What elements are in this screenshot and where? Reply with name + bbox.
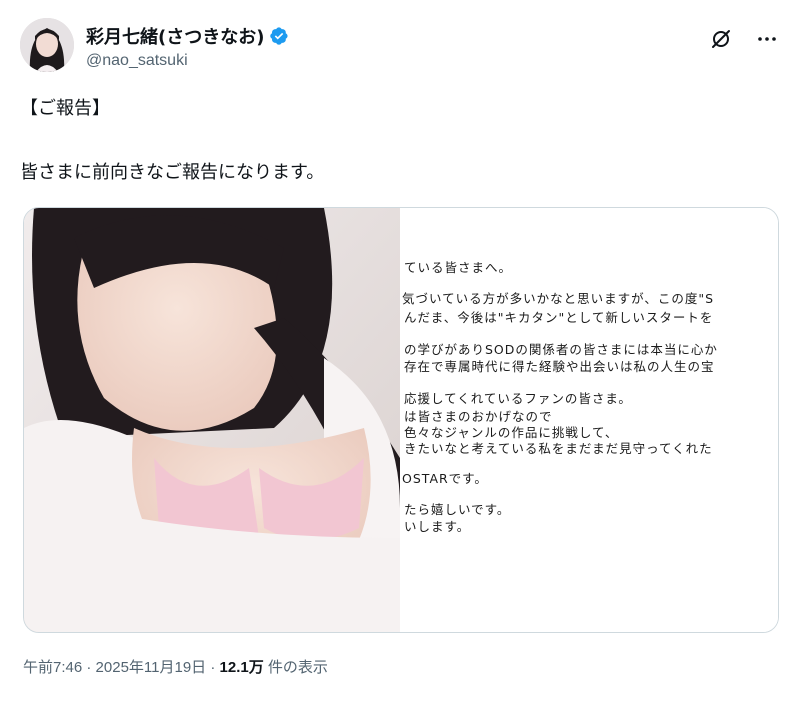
photo-image <box>24 208 400 632</box>
tweet-text: 【ご報告】 皆さまに前向きなご報告になります。 <box>20 96 780 183</box>
letter-line: 気づいている方が多いかなと思いますが、この度"S <box>402 291 715 306</box>
letter-line: いします。 <box>404 519 471 534</box>
media-photo[interactable] <box>24 208 400 632</box>
grok-button[interactable] <box>708 26 734 52</box>
media-letter[interactable]: ている皆さまへ。 気づいている方が多いかなと思いますが、この度"S んだま、今後… <box>400 208 778 632</box>
author-name-row[interactable]: 彩月七緒(さつきなお) <box>86 24 289 48</box>
meta-separator: · <box>86 659 92 676</box>
more-options-button[interactable] <box>754 26 780 52</box>
letter-line: 存在で専属時代に得た経験や出会いは私の人生の宝 <box>404 359 715 374</box>
tweet-date[interactable]: 2025年11月19日 <box>96 659 207 676</box>
display-name[interactable]: 彩月七緒(さつきなお) <box>86 23 264 49</box>
tweet-meta: 午前7:46 · 2025年11月19日 · 12.1万 件の表示 <box>23 656 328 677</box>
avatar[interactable] <box>20 18 74 72</box>
letter-line: きたいなと考えている私をまだまだ見守ってくれた <box>404 441 713 456</box>
meta-separator: · <box>210 659 216 676</box>
letter-line: 応援してくれているファンの皆さま。 <box>404 391 632 406</box>
tweet-header: 彩月七緒(さつきなお) @nao_satsuki <box>20 18 780 78</box>
view-count: 12.1万 <box>219 659 264 676</box>
verified-badge-icon <box>270 27 288 45</box>
tweet-line-2: 皆さまに前向きなご報告になります。 <box>20 162 325 183</box>
header-actions <box>688 26 780 52</box>
letter-line: んだま、今後は"キカタン"として新しいスタートを <box>404 310 714 325</box>
tweet-media[interactable]: ている皆さまへ。 気づいている方が多いかなと思いますが、この度"S んだま、今後… <box>23 207 779 633</box>
author-handle[interactable]: @nao_satsuki <box>86 52 188 70</box>
more-options-icon <box>758 37 776 41</box>
grok-icon <box>712 30 730 48</box>
tweet-line-1: 【ご報告】 <box>20 98 110 119</box>
letter-line: ている皆さまへ。 <box>404 260 513 275</box>
tweet-time[interactable]: 午前7:46 <box>23 659 82 676</box>
view-count-label: 件の表示 <box>267 659 328 676</box>
letter-line: OSTARです。 <box>402 471 488 486</box>
avatar-image <box>20 18 74 72</box>
